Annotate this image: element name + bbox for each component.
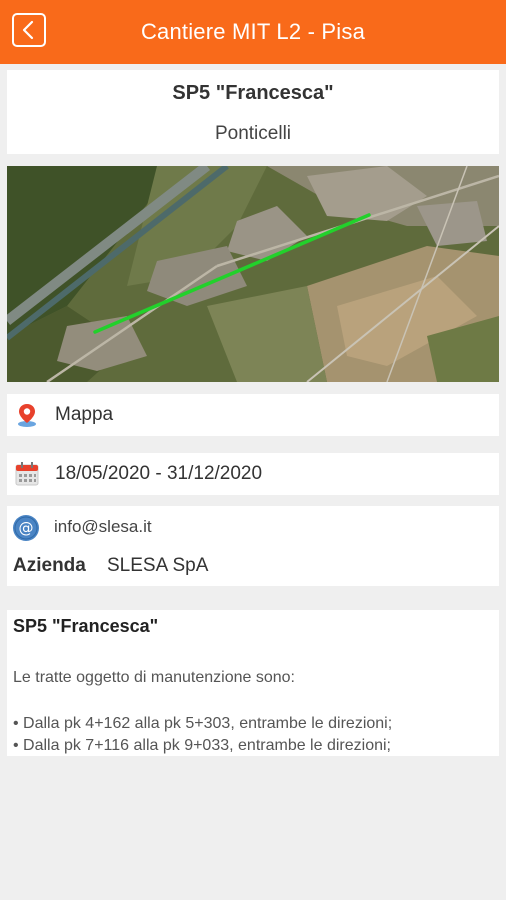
location-name: Ponticelli <box>214 123 292 144</box>
date-range: 18/05/2020 - 31/12/2020 <box>55 463 263 484</box>
company-label: Azienda <box>13 555 86 576</box>
app-bar: Cantiere MIT L2 - Pisa <box>0 0 506 64</box>
description-title: SP5 "Francesca" <box>13 616 159 636</box>
description-intro: Le tratte oggetto di manutenzione sono: <box>13 669 295 686</box>
map-label: Mappa <box>55 404 114 425</box>
at-icon: @ <box>12 514 40 542</box>
company-value: SLESA SpA <box>107 555 209 576</box>
dates-row: 18/05/2020 - 31/12/2020 <box>7 453 499 495</box>
description-bullet: • Dalla pk 4+162 alla pk 5+303, entrambe… <box>13 715 393 732</box>
map-view[interactable] <box>7 166 499 382</box>
svg-text:@: @ <box>19 519 34 537</box>
contact-card: @ info@slesa.it Azienda SLESA SpA <box>7 506 499 586</box>
map-row[interactable]: Mappa <box>7 394 499 436</box>
satellite-map <box>7 166 499 382</box>
page-title: Cantiere MIT L2 - Pisa <box>140 19 366 44</box>
road-name: SP5 "Francesca" <box>172 82 334 104</box>
description-card: SP5 "Francesca" Le tratte oggetto di man… <box>7 610 499 756</box>
location-pin-icon <box>15 402 39 428</box>
site-header-card: SP5 "Francesca" Ponticelli <box>7 70 499 154</box>
email-link[interactable]: info@slesa.it <box>54 517 152 537</box>
calendar-icon <box>15 461 39 487</box>
description-bullet: • Dalla pk 7+116 alla pk 9+033, entrambe… <box>13 737 391 754</box>
